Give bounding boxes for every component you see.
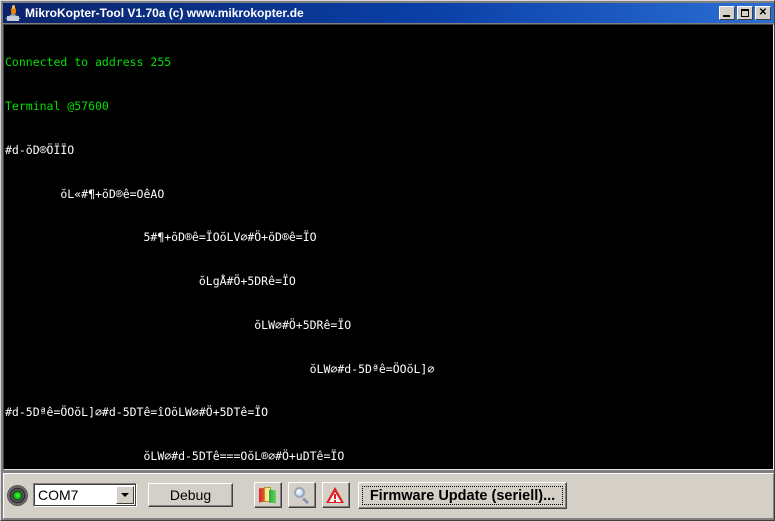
firmware-update-label: Firmware Update (seriell)... [369,487,556,504]
close-button[interactable]: ✕ [755,6,771,20]
library-button[interactable] [254,482,282,508]
search-button[interactable] [288,482,316,508]
maximize-button[interactable] [737,6,753,20]
application-window: MikroKopter-Tool V1.70a (c) www.mikrokop… [0,0,775,521]
debug-button[interactable]: Debug [148,483,233,507]
terminal-data-line: ŏL«#¶+ŏD®ê=OêAO [5,186,165,201]
terminal-data-line: ŏLW⌀#d-5Dªê=ÖOŏL]⌀ [5,361,435,376]
window-title: MikroKopter-Tool V1.70a (c) www.mikrokop… [25,6,304,20]
terminal-data-line: ŏLW⌀#Ö+5DRê=ÏO [5,317,352,332]
terminal-data-line: ŏLW⌀#d-5DTê===OŏL®⌀#Ö+uDTê=ÏO [5,449,345,464]
port-select-value: COM7 [38,487,79,503]
terminal-status-line: Terminal @57600 [5,98,109,113]
title-bar: MikroKopter-Tool V1.70a (c) www.mikrokop… [3,3,774,23]
connection-led [8,486,27,505]
warning-button[interactable] [322,482,350,508]
port-select[interactable]: COM7 [33,483,137,507]
house-flame-icon [5,5,21,21]
window-controls: ✕ [719,6,771,20]
minimize-button[interactable] [719,6,735,20]
debug-button-label: Debug [169,487,212,503]
library-icon [258,486,278,504]
minimize-icon [723,15,730,17]
terminal-data-line: 5#¶+ŏD®ê=ÏOŏLV⌀#Ö+ŏD®ê=ÏO [5,230,317,245]
chevron-down-icon[interactable] [116,486,134,504]
firmware-update-button[interactable]: Firmware Update (seriell)... [358,482,567,509]
terminal-status-line: Connected to address 255 [5,55,172,70]
terminal-panel[interactable]: Connected to address 255 Terminal @57600… [3,24,774,470]
terminal-data-line: #d-ŏD®ÖÏÏO [5,142,75,157]
terminal-output: Connected to address 255 Terminal @57600… [4,25,773,469]
terminal-data-line: ŏLgÅ#Ö+5DRê=ÏO [5,274,296,289]
search-icon [292,486,312,505]
close-icon: ✕ [758,7,768,18]
maximize-icon [741,9,749,17]
warning-icon [326,486,346,504]
terminal-data-line: #d-5Dªê=ÖOŏL]⌀#d-5DTê=îOŏLW⌀#Ö+5DTê=ÏO [5,405,269,420]
